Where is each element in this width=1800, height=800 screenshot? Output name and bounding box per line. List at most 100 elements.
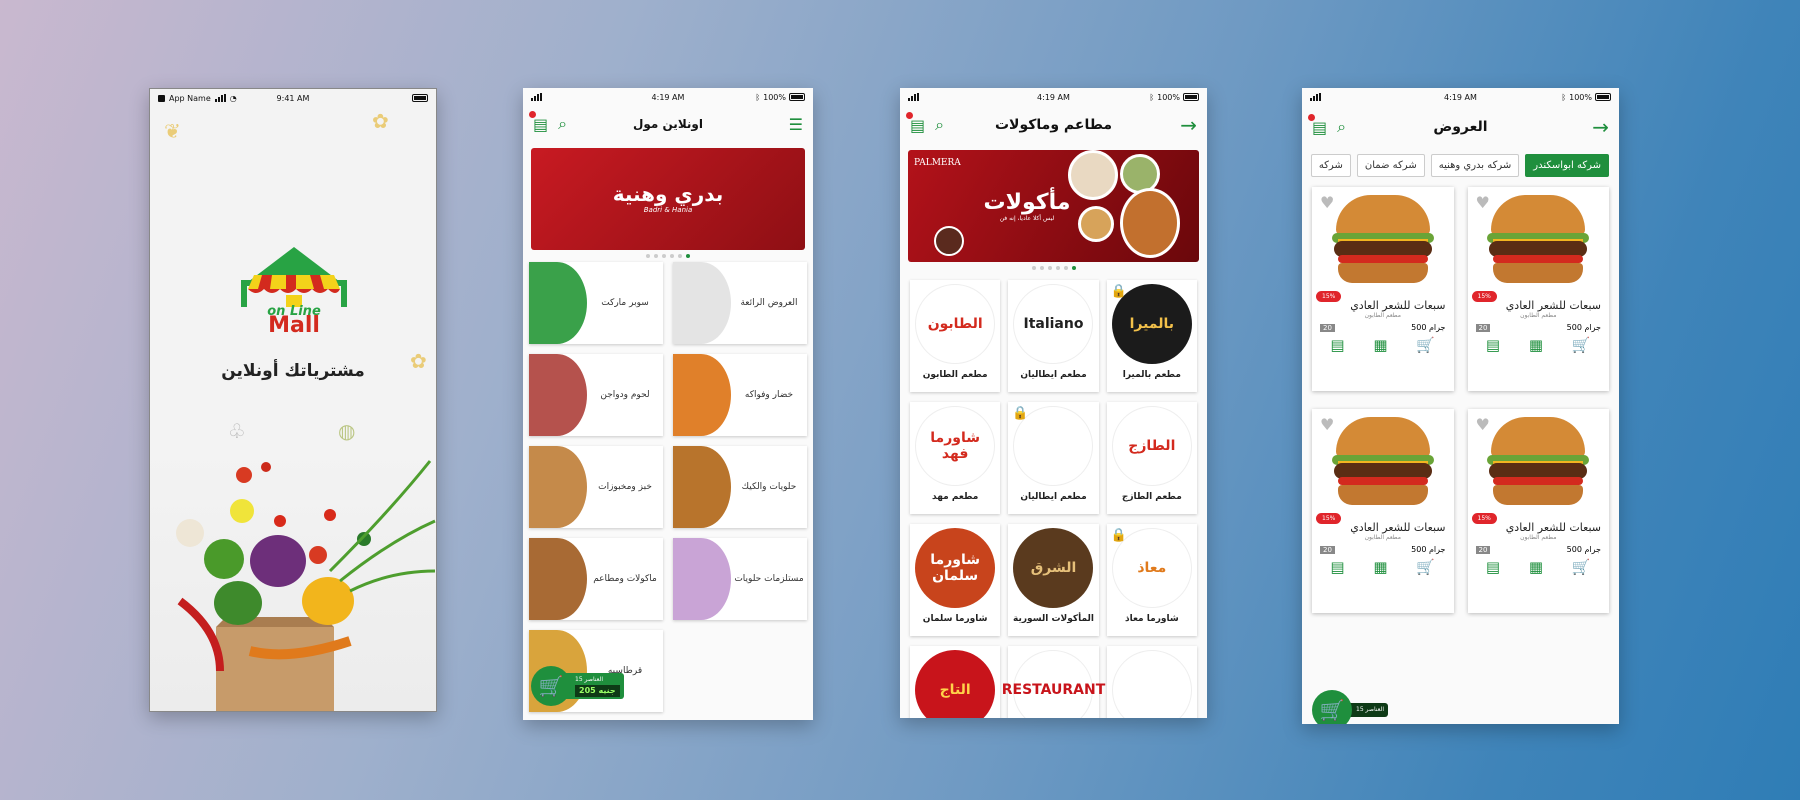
restaurant-card[interactable]: شاورما فهد مطعم مهد: [910, 402, 1001, 514]
battery-icon: [1183, 93, 1199, 101]
logo-mall-text: Mall: [268, 313, 320, 338]
battery-icon: [412, 94, 428, 102]
promo-banner[interactable]: PALMERA مأكولات ليس أكلا عاديا، إنه فن: [908, 150, 1199, 262]
category-label: العروض الرائعة: [740, 298, 798, 308]
product-card[interactable]: ♥ 15% سبعات للشعر العادي مطعم الطابون 20 جرام…: [1312, 187, 1454, 391]
cart-icon[interactable]: 🛒: [531, 666, 571, 706]
banner-title: مأكولات: [983, 190, 1071, 215]
category-label: لحوم ودواجن: [600, 390, 650, 400]
company-chip[interactable]: شركه ضمان: [1356, 154, 1425, 177]
battery-text: 100%: [763, 92, 786, 102]
restaurant-card[interactable]: مطعم ايطاليان 🔒: [1008, 402, 1099, 514]
product-card[interactable]: ♥ 15% سبعات للشعر العادي مطعم الطابون 20 جرام…: [1467, 187, 1609, 391]
menu-icon[interactable]: ☰: [789, 115, 803, 134]
food-plate-icon: [1068, 150, 1118, 200]
mushroom-doodle-icon: ❦: [164, 119, 181, 143]
cart-summary[interactable]: 🛒 العناصر 15 205 جنيه: [531, 666, 624, 706]
grid-icon[interactable]: ▦: [1529, 336, 1543, 354]
add-to-cart-icon[interactable]: 🛒: [1572, 336, 1591, 354]
product-card[interactable]: ♥ 15% سبعات للشعر العادي مطعم الطابون 20 جرام…: [1312, 409, 1454, 613]
cart-items-count: العناصر 15: [575, 676, 603, 683]
restaurant-card[interactable]: الشرق المأكولات السورية: [1008, 524, 1099, 636]
burger-image: [1328, 417, 1438, 513]
forward-arrow-icon[interactable]: →: [1592, 115, 1609, 139]
banner-subtitle: Badri & Hania: [643, 206, 693, 214]
cart-summary[interactable]: 🛒 العناصر 15: [1312, 690, 1388, 724]
restaurant-logo: RESTAURANT: [1002, 650, 1105, 718]
product-vendor: مطعم الطابون: [1364, 534, 1401, 541]
wifi-icon: ◔: [229, 93, 237, 103]
restaurant-card[interactable]: الطازج مطعم الطازج: [1106, 402, 1197, 514]
bluetooth-icon: ᛒ: [1561, 92, 1567, 102]
grid-icon[interactable]: ▦: [1373, 558, 1387, 576]
forward-arrow-icon[interactable]: →: [1180, 113, 1197, 137]
restaurant-card[interactable]: الطابون مطعم الطابون: [910, 280, 1001, 392]
restaurant-name: مطعم مهد: [932, 492, 979, 502]
banner-pagination[interactable]: [900, 266, 1207, 270]
cart-items-count: العناصر 15: [1356, 706, 1384, 713]
battery-text: 100%: [1157, 92, 1180, 102]
app-icon: [158, 94, 165, 102]
pepper-doodle-icon: ♧: [228, 419, 246, 443]
promo-banner[interactable]: بدري وهنية Badri & Hania: [531, 148, 805, 250]
chat-icon[interactable]: ▤: [529, 110, 548, 134]
notification-badge: [529, 110, 536, 118]
bluetooth-icon: ᛒ: [755, 92, 761, 102]
product-weight: جرام 500: [1411, 323, 1446, 332]
details-icon[interactable]: ▤: [1330, 558, 1344, 576]
add-to-cart-icon[interactable]: 🛒: [1572, 558, 1591, 576]
restaurant-card[interactable]: شاورما سلمان شاورما سلمان: [910, 524, 1001, 636]
battery-text: 100%: [1569, 92, 1592, 102]
cart-icon[interactable]: 🛒: [1312, 690, 1352, 724]
page-title: العروض: [1433, 119, 1488, 135]
restaurant-logo: [1111, 650, 1192, 718]
bluetooth-icon: ᛒ: [1149, 92, 1155, 102]
category-label: مستلزمات حلويات: [734, 574, 804, 584]
restaurant-card[interactable]: RESTAURANT: [1002, 646, 1105, 718]
company-chip[interactable]: شركه بدري وهنيه: [1430, 154, 1520, 177]
category-card[interactable]: خبز ومخبوزات: [529, 446, 663, 528]
product-card[interactable]: ♥ 15% سبعات للشعر العادي مطعم الطابون 20 جرام…: [1467, 409, 1609, 613]
grid-icon[interactable]: ▦: [1529, 558, 1543, 576]
food-plate-icon: [1120, 188, 1180, 258]
category-card[interactable]: سوبر ماركت: [529, 262, 663, 344]
category-card[interactable]: مستلزمات حلويات: [673, 538, 807, 620]
lock-icon: 🔒: [1012, 406, 1029, 421]
search-icon[interactable]: ⌕: [1337, 117, 1346, 137]
category-card[interactable]: ماكولات ومطاعم: [529, 538, 663, 620]
add-to-cart-icon[interactable]: 🛒: [1416, 558, 1435, 576]
restaurant-name: مطعم بالميرا: [1122, 370, 1181, 380]
restaurant-card[interactable]: [1106, 646, 1197, 718]
splash-screen: App Name ◔ 9:41 AM ❦ ✿ ✿ ❀ ◍ ♧ on Line M…: [149, 88, 437, 712]
restaurant-logo: Italiano: [1013, 284, 1094, 364]
category-card[interactable]: خضار وفواكه: [673, 354, 807, 436]
category-card[interactable]: العروض الرائعة: [673, 262, 807, 344]
page-title: مطاعم وماكولات: [994, 117, 1113, 133]
restaurant-card[interactable]: بالميرا مطعم بالميرا 🔒: [1106, 280, 1197, 392]
add-to-cart-icon[interactable]: 🛒: [1416, 336, 1435, 354]
company-chip[interactable]: شركه: [1310, 154, 1351, 177]
restaurant-card[interactable]: التاج: [910, 646, 1001, 718]
category-image: [673, 354, 731, 436]
category-card[interactable]: لحوم ودواجن: [529, 354, 663, 436]
category-card[interactable]: حلويات والكيك: [673, 446, 807, 528]
avocado-doodle-icon: ◍: [338, 419, 356, 443]
product-vendor: مطعم الطابون: [1520, 312, 1557, 319]
category-image: [529, 354, 587, 436]
restaurant-card[interactable]: معاذ شاورما معاذ 🔒: [1106, 524, 1197, 636]
details-icon[interactable]: ▤: [1486, 336, 1500, 354]
chat-icon[interactable]: ▤: [906, 111, 925, 135]
category-grid: سوبر ماركت العروض الرائعة لحوم ودواجن خضار …: [523, 262, 813, 712]
search-icon[interactable]: ⌕: [935, 115, 944, 135]
restaurant-name: مطعم ايطاليان: [1020, 370, 1087, 380]
details-icon[interactable]: ▤: [1330, 336, 1344, 354]
company-chip[interactable]: شركه ابواسكندر: [1525, 154, 1609, 177]
restaurant-card[interactable]: Italiano مطعم ايطاليان: [1008, 280, 1099, 392]
chat-icon[interactable]: ▤: [1308, 113, 1327, 137]
details-icon[interactable]: ▤: [1486, 558, 1500, 576]
banner-title: بدري وهنية: [612, 182, 724, 206]
search-icon[interactable]: ⌕: [558, 114, 567, 134]
banner-pagination[interactable]: [523, 254, 813, 258]
restaurant-logo: شاورما سلمان: [915, 528, 996, 608]
grid-icon[interactable]: ▦: [1373, 336, 1387, 354]
